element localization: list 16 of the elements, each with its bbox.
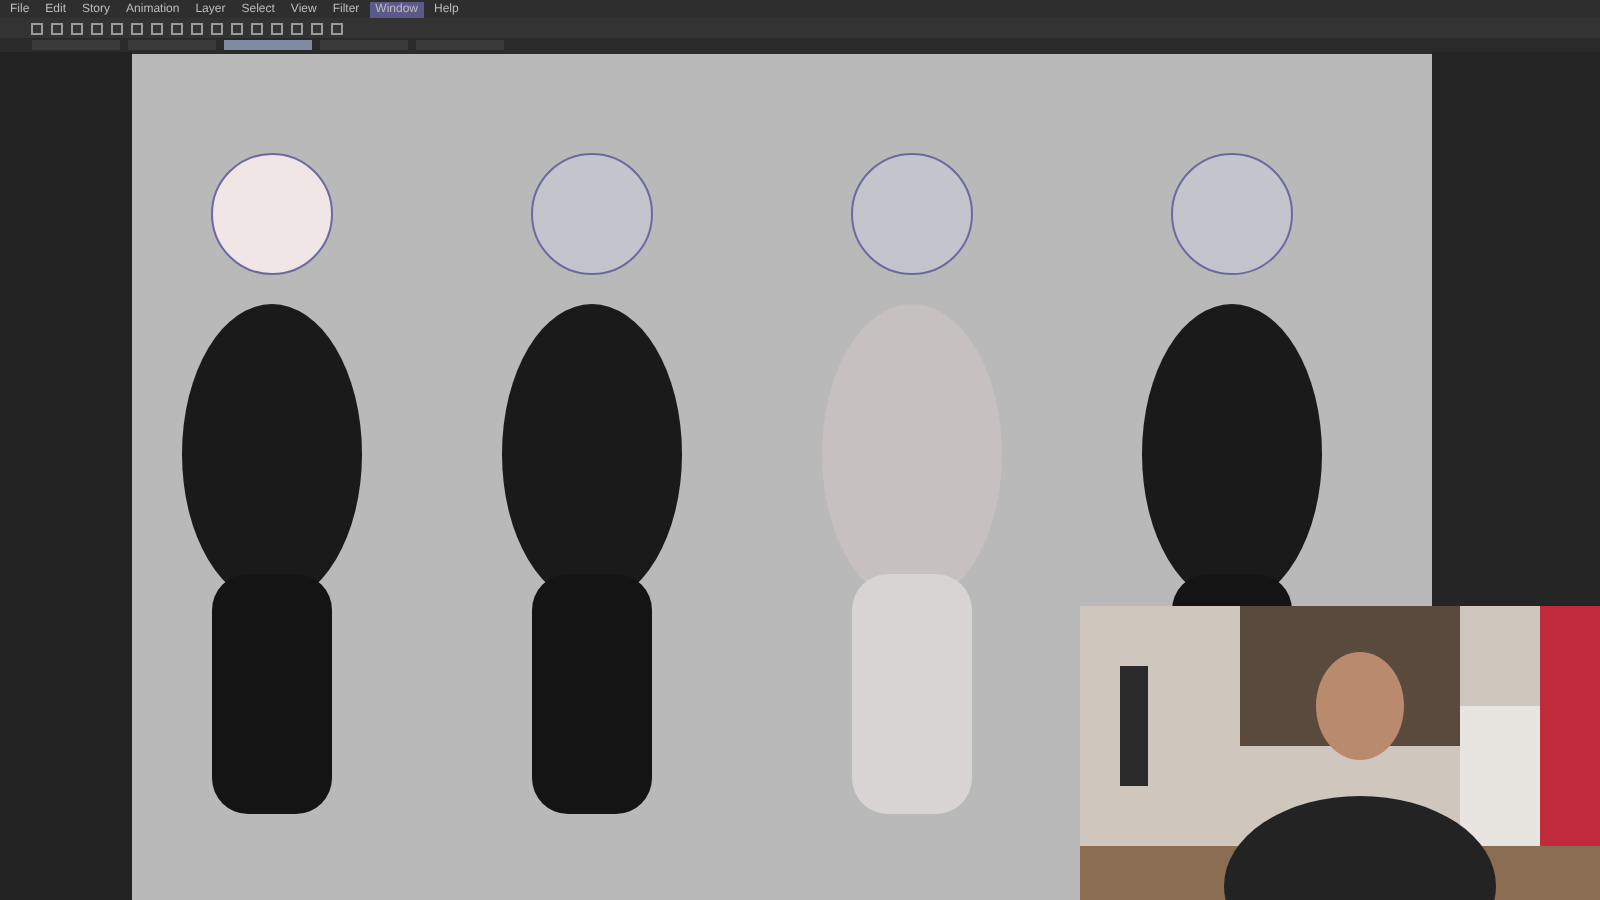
toolbar-icon[interactable] <box>88 19 106 37</box>
toolbar-icon[interactable] <box>188 19 206 37</box>
toolbar-icon[interactable] <box>28 19 46 37</box>
toolbar-icon[interactable] <box>68 19 86 37</box>
toolbar-icon[interactable] <box>328 19 346 37</box>
toolbar-icon[interactable] <box>228 19 246 37</box>
toolbar-icon[interactable] <box>248 19 266 37</box>
toolbar-icon[interactable] <box>148 19 166 37</box>
toolbar-icon[interactable] <box>168 19 186 37</box>
toolbar-icon[interactable] <box>128 19 146 37</box>
toolbar-icon[interactable] <box>308 19 326 37</box>
toolbar-icon[interactable] <box>268 19 286 37</box>
toolbar-icon[interactable] <box>288 19 306 37</box>
toolbar-icon[interactable] <box>108 19 126 37</box>
toolbar-icon[interactable] <box>208 19 226 37</box>
toolbar-icon[interactable] <box>48 19 66 37</box>
